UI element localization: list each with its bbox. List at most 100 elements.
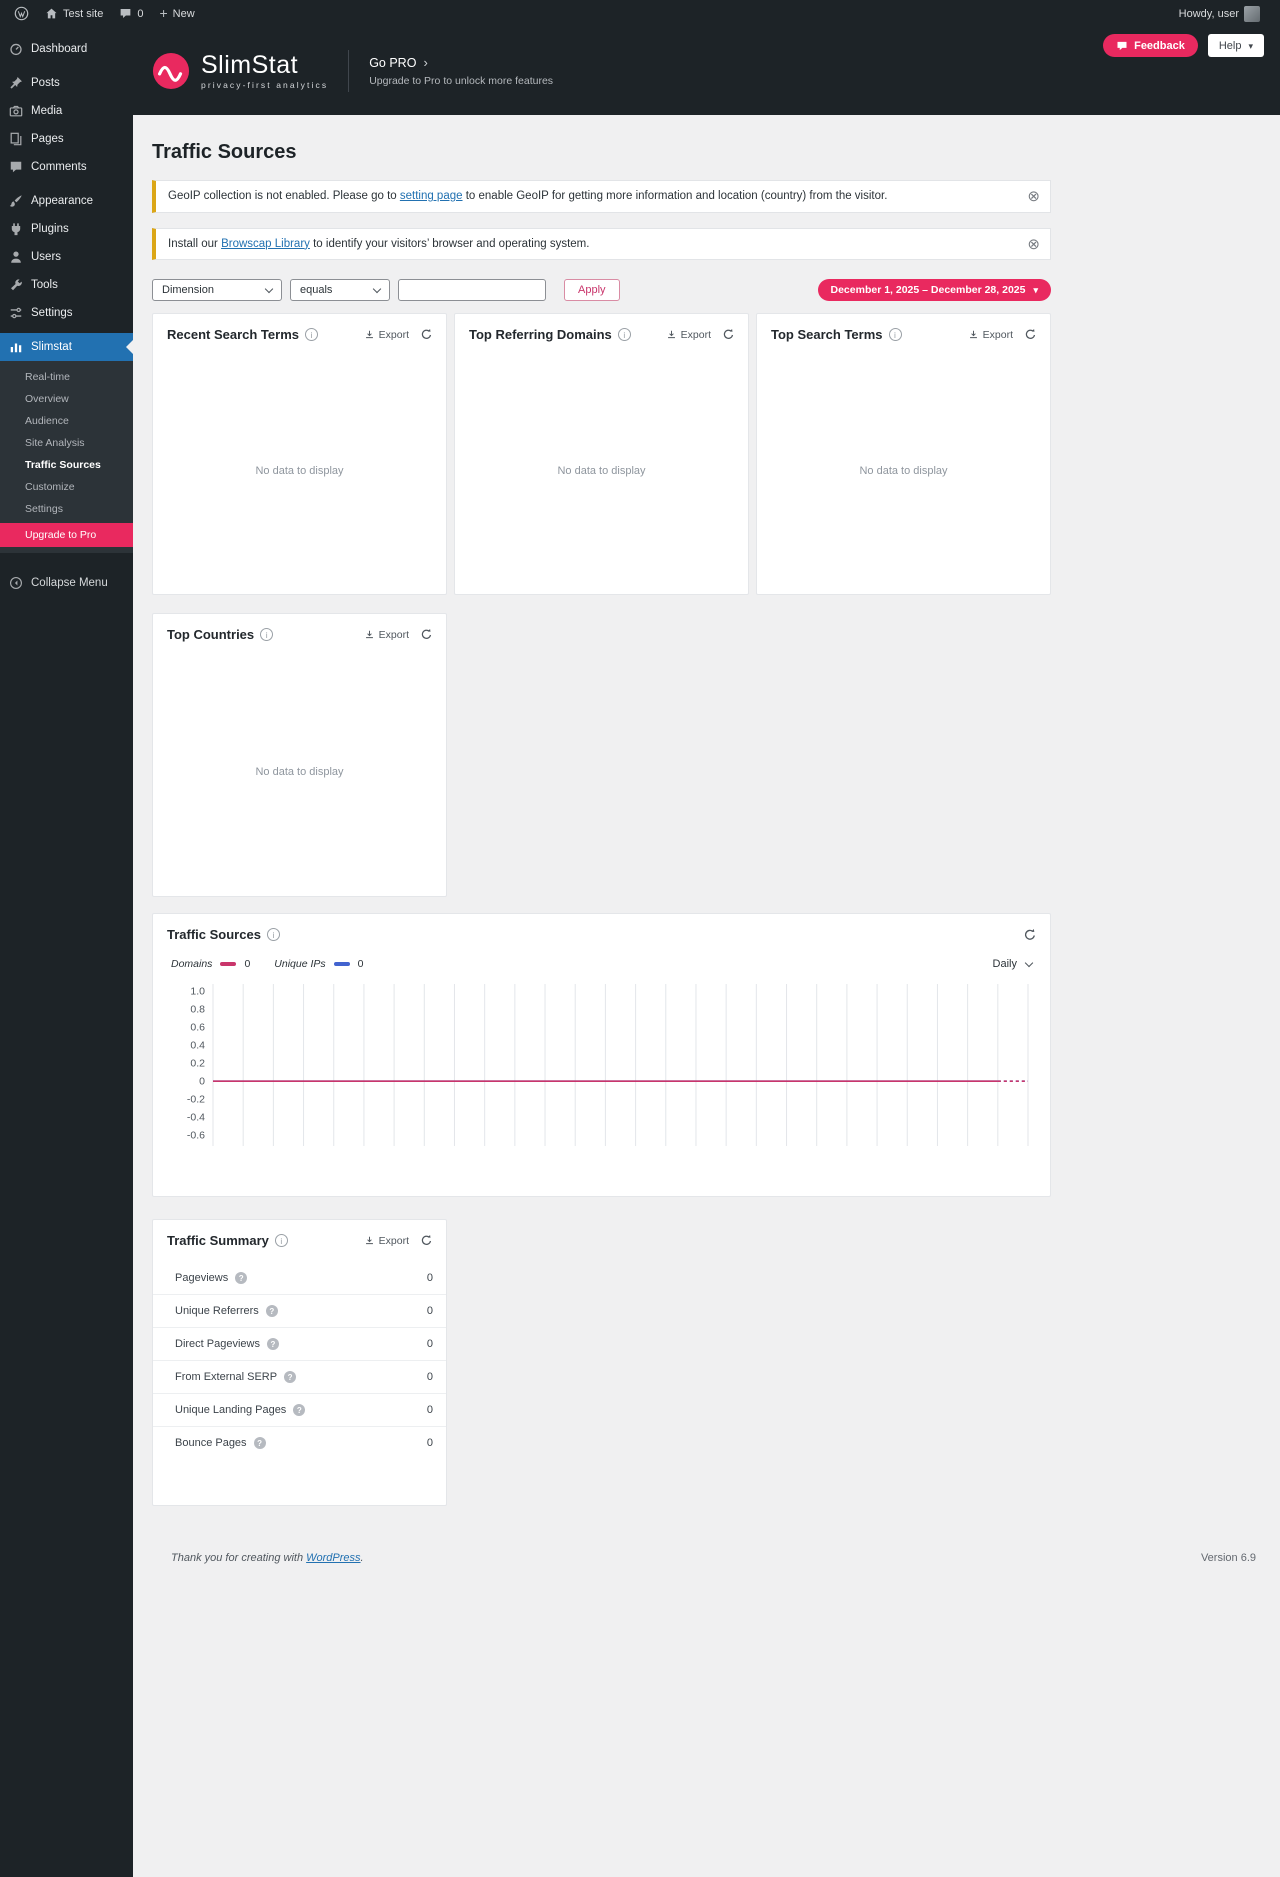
sidebar-item-tools[interactable]: Tools: [0, 271, 133, 299]
chevron-down-icon: [372, 284, 382, 294]
info-icon[interactable]: [266, 928, 280, 942]
sidebar-item-posts[interactable]: Posts: [0, 69, 133, 97]
setting-page-link[interactable]: setting page: [400, 190, 463, 202]
logo-title: SlimStat: [201, 50, 299, 79]
help-question-icon[interactable]: [284, 1371, 297, 1384]
refresh-icon[interactable]: [420, 328, 433, 341]
svg-text:0: 0: [199, 1076, 205, 1088]
feedback-bubble-icon: [1117, 41, 1127, 50]
export-button[interactable]: Export: [364, 1235, 409, 1247]
svg-text:0.6: 0.6: [190, 1022, 205, 1034]
wordpress-link[interactable]: WordPress: [306, 1552, 360, 1564]
row-value: 0: [426, 1371, 433, 1384]
no-data-label: No data to display: [255, 766, 344, 779]
page-title: Traffic Sources: [152, 141, 297, 163]
sidebar-item-pages[interactable]: Pages: [0, 125, 133, 153]
date-range-button[interactable]: December 1, 2025 – December 28, 2025: [817, 279, 1051, 302]
refresh-icon[interactable]: [722, 328, 735, 341]
admin-sidebar: Dashboard Posts Media Pages Comments App…: [0, 27, 133, 1877]
info-icon[interactable]: [617, 328, 631, 342]
export-button[interactable]: Export: [968, 329, 1013, 341]
submenu-settings[interactable]: Settings: [0, 498, 133, 520]
sidebar-item-dashboard[interactable]: Dashboard: [0, 35, 133, 63]
legend-unique-ips[interactable]: Unique IPs 0: [274, 958, 363, 970]
export-button[interactable]: Export: [666, 329, 711, 341]
sidebar-item-users[interactable]: Users: [0, 243, 133, 271]
operator-select[interactable]: equals: [290, 279, 390, 302]
filter-value-input[interactable]: [398, 279, 546, 302]
wordpress-logo-icon[interactable]: [6, 0, 37, 27]
sidebar-item-settings[interactable]: Settings: [0, 299, 133, 327]
svg-text:-0.4: -0.4: [187, 1112, 205, 1124]
feedback-button[interactable]: Feedback: [1103, 34, 1198, 57]
submenu-audience[interactable]: Audience: [0, 410, 133, 432]
table-row: Pageviews 0: [153, 1262, 446, 1294]
export-button[interactable]: Export: [364, 629, 409, 641]
browscap-library-link[interactable]: Browscap Library: [221, 238, 310, 250]
download-icon: [365, 331, 373, 339]
slimstat-header: SlimStat privacy-first analytics Go PRO …: [133, 27, 1280, 115]
sidebar-item-media[interactable]: Media: [0, 97, 133, 125]
help-question-icon[interactable]: [293, 1404, 306, 1417]
traffic-sources-chart-panel: Traffic Sources Domains 0: [152, 913, 1051, 1198]
row-value: 0: [426, 1305, 433, 1318]
logo-subtitle: privacy-first analytics: [201, 80, 329, 91]
dimension-select[interactable]: Dimension: [152, 279, 282, 302]
comments-link[interactable]: 0: [111, 0, 151, 27]
export-button[interactable]: Export: [364, 329, 409, 341]
sidebar-item-slimstat[interactable]: Slimstat: [0, 333, 133, 361]
help-question-icon[interactable]: [235, 1272, 248, 1285]
submenu-upgrade-to-pro[interactable]: Upgrade to Pro: [0, 523, 133, 547]
info-icon[interactable]: [305, 328, 318, 342]
row-value: 0: [426, 1437, 433, 1450]
site-name-link[interactable]: Test site: [37, 0, 111, 27]
refresh-icon[interactable]: [1024, 328, 1037, 341]
submenu-overview[interactable]: Overview: [0, 388, 133, 410]
refresh-icon[interactable]: [420, 628, 433, 641]
chevron-down-icon: [264, 284, 274, 294]
interval-select[interactable]: Daily: [993, 958, 1034, 970]
help-question-icon[interactable]: [253, 1437, 266, 1450]
submenu-traffic-sources[interactable]: Traffic Sources: [0, 454, 133, 476]
howdy-user-menu[interactable]: Howdy, user: [1171, 0, 1268, 27]
dismiss-notice-icon[interactable]: [1025, 237, 1042, 252]
info-icon[interactable]: [888, 328, 902, 342]
collapse-menu-button[interactable]: Collapse Menu: [0, 569, 133, 597]
header-divider: [348, 50, 350, 92]
pages-icon: [10, 132, 22, 146]
no-data-label: No data to display: [557, 465, 646, 478]
info-icon[interactable]: [274, 1234, 288, 1248]
submenu-real-time[interactable]: Real-time: [0, 366, 133, 388]
sidebar-item-plugins[interactable]: Plugins: [0, 215, 133, 243]
traffic-summary-table: Pageviews 0 Unique Referrers 0 Direct Pa…: [153, 1262, 446, 1459]
submenu-customize[interactable]: Customize: [0, 476, 133, 498]
go-pro-link[interactable]: Go PRO Upgrade to Pro to unlock more fea…: [369, 55, 553, 88]
dismiss-notice-icon[interactable]: [1025, 189, 1042, 204]
svg-text:0.8: 0.8: [190, 1004, 205, 1016]
help-question-icon[interactable]: [265, 1305, 278, 1318]
submenu-site-analysis[interactable]: Site Analysis: [0, 432, 133, 454]
refresh-icon[interactable]: [420, 1234, 433, 1247]
legend-domains[interactable]: Domains 0: [171, 958, 250, 970]
info-icon[interactable]: [260, 628, 274, 642]
apply-button[interactable]: Apply: [564, 279, 620, 302]
refresh-icon[interactable]: [1023, 928, 1037, 942]
howdy-label: Howdy, user: [1178, 7, 1239, 20]
sidebar-item-comments[interactable]: Comments: [0, 153, 133, 181]
new-content-button[interactable]: New: [151, 0, 202, 27]
sliders-icon: [10, 307, 22, 319]
plug-icon: [11, 223, 21, 236]
footer-thanks: Thank you for creating with WordPress.: [171, 1552, 364, 1565]
slimstat-logo[interactable]: SlimStat privacy-first analytics: [152, 52, 328, 90]
comments-count: 0: [137, 7, 144, 20]
pushpin-icon: [10, 77, 22, 89]
table-row: Unique Referrers 0: [153, 1294, 446, 1327]
sidebar-item-appearance[interactable]: Appearance: [0, 187, 133, 215]
panel-title: Traffic Sources: [167, 927, 261, 943]
help-question-icon[interactable]: [266, 1338, 279, 1351]
help-button[interactable]: Help: [1207, 34, 1264, 57]
download-icon: [365, 631, 373, 639]
legend-swatch-unique-ips: [333, 962, 350, 967]
row-value: 0: [426, 1272, 433, 1285]
notice-geoip: GeoIP collection is not enabled. Please …: [152, 180, 1051, 213]
